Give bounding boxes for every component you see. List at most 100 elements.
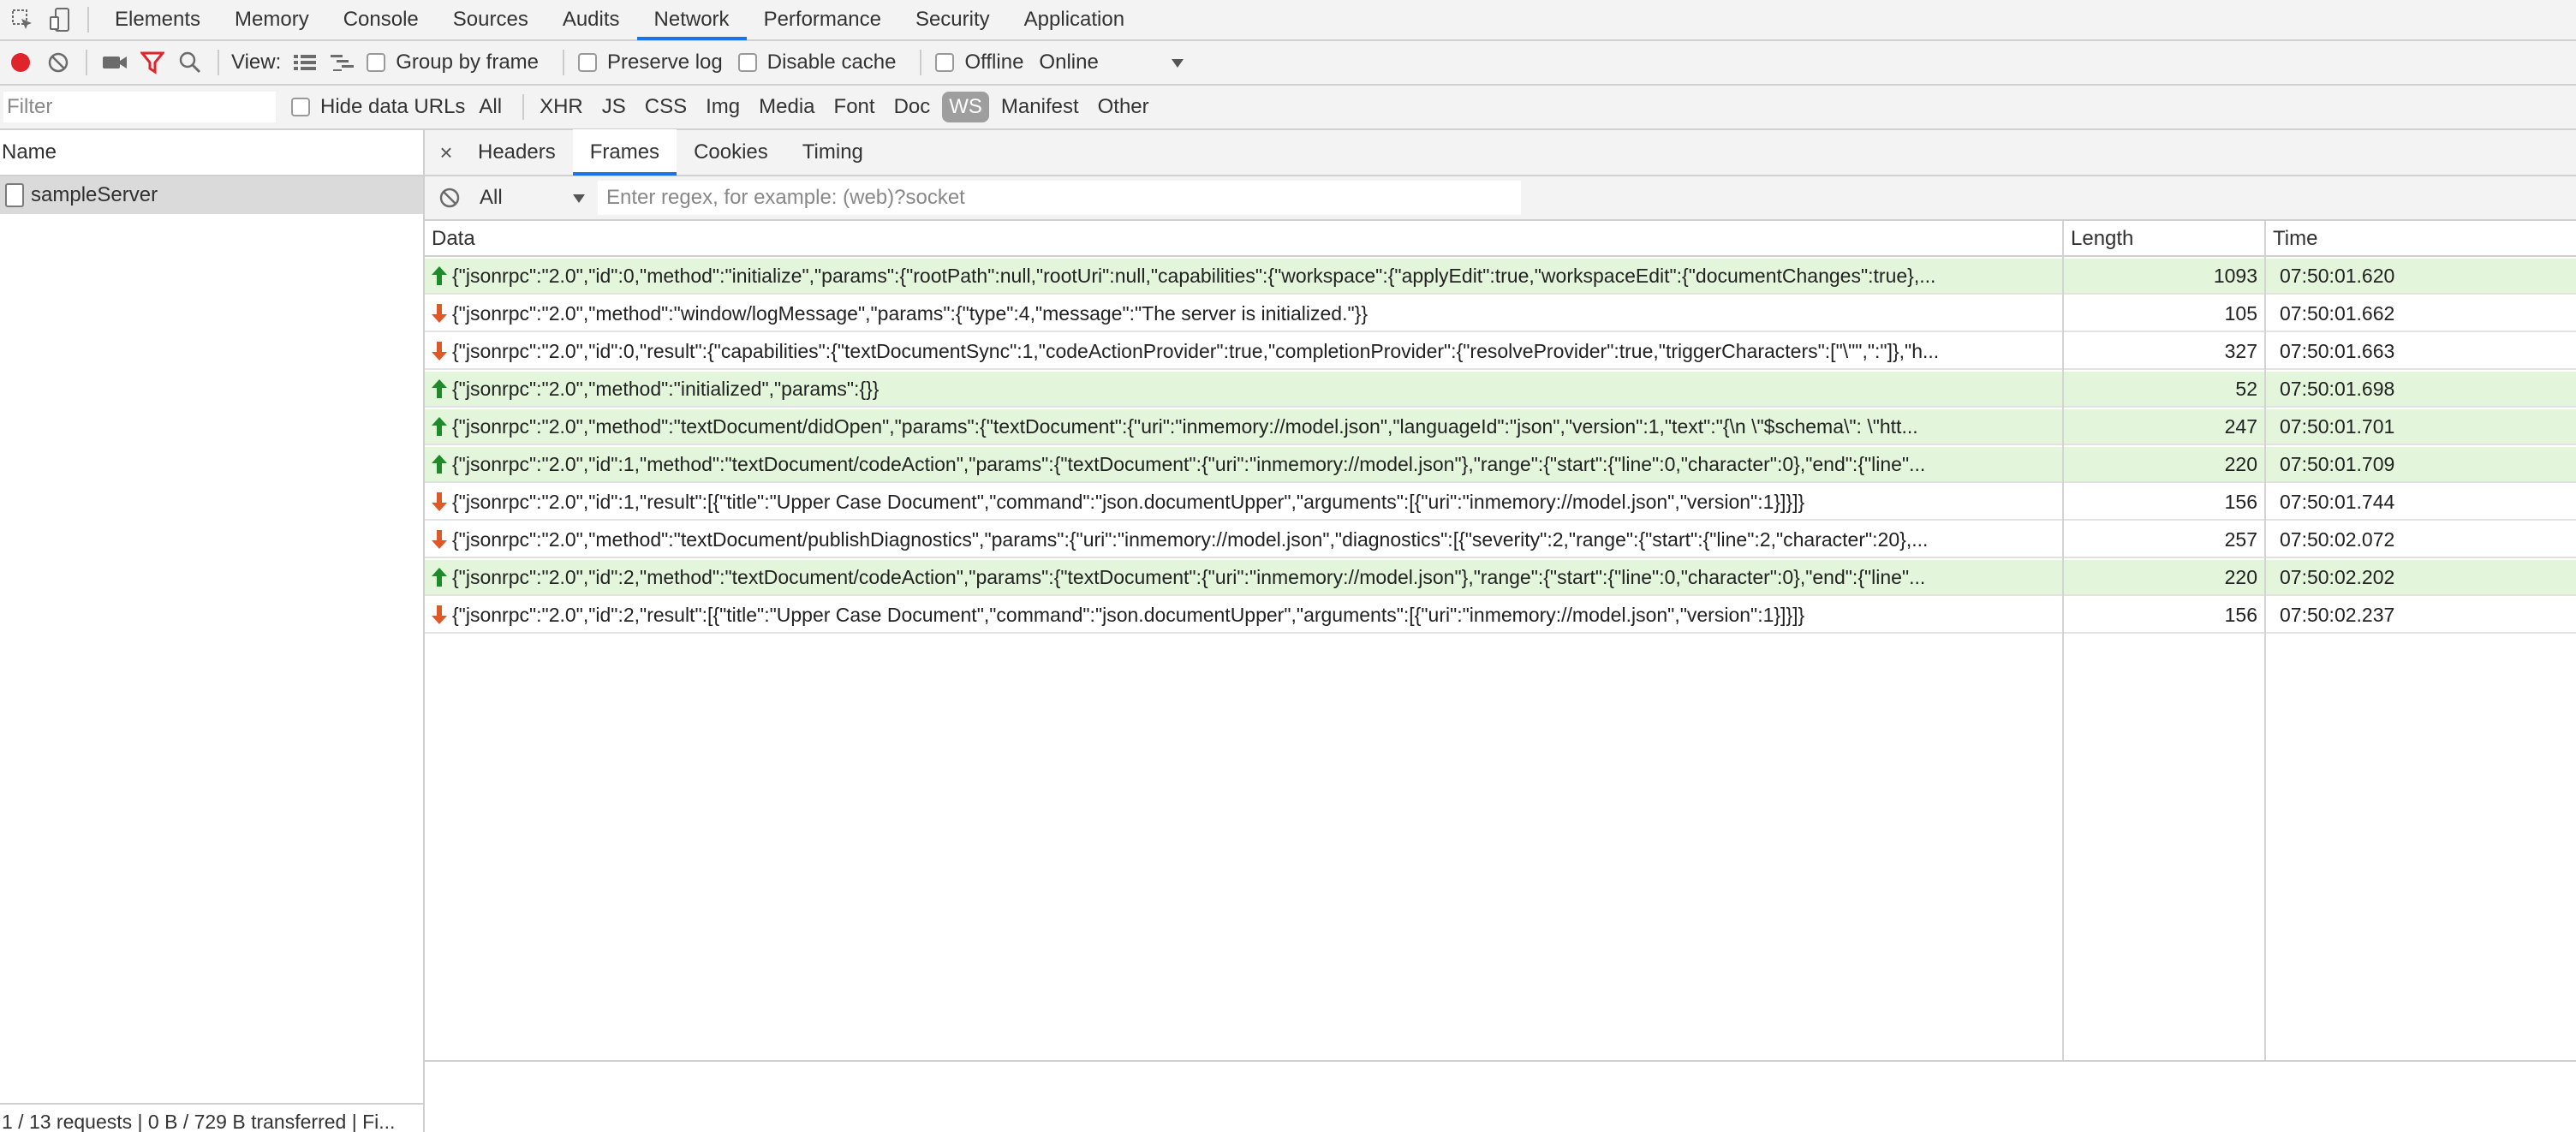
column-divider[interactable]: [2062, 221, 2064, 1060]
waterfall-overview-icon[interactable]: [324, 44, 361, 81]
frame-length: 1093: [2213, 264, 2257, 287]
frame-data-cell: {"jsonrpc":"2.0","method":"textDocument/…: [428, 409, 2060, 444]
frame-row[interactable]: {"jsonrpc":"2.0","id":1,"result":[{"titl…: [425, 485, 2576, 521]
frame-row[interactable]: {"jsonrpc":"2.0","id":0,"result":{"capab…: [425, 334, 2576, 370]
frame-data-text: {"jsonrpc":"2.0","id":0,"method":"initia…: [452, 264, 1936, 287]
checkbox-box: [737, 53, 757, 72]
frame-data-cell: {"jsonrpc":"2.0","id":1,"result":[{"titl…: [428, 485, 2060, 519]
chevron-down-icon: [572, 186, 586, 210]
hide-data-urls-label: Hide data URLs: [320, 95, 466, 118]
tab-memory[interactable]: Memory: [218, 0, 326, 40]
frame-time: 07:50:01.709: [2280, 452, 2395, 475]
detail-tabbar: × Headers Frames Cookies Timing: [425, 129, 2576, 176]
tab-elements[interactable]: Elements: [98, 0, 218, 40]
clear-frames-icon[interactable]: [437, 179, 462, 217]
frame-row[interactable]: {"jsonrpc":"2.0","method":"textDocument/…: [425, 522, 2576, 558]
arrow-up-icon: [430, 453, 449, 475]
view-label: View:: [231, 51, 282, 74]
column-divider[interactable]: [2264, 221, 2266, 1060]
frame-row[interactable]: {"jsonrpc":"2.0","id":0,"method":"initia…: [425, 259, 2576, 295]
throttling-select[interactable]: Online: [1039, 51, 1184, 74]
filter-type-js[interactable]: JS: [595, 92, 633, 122]
frame-data-cell: {"jsonrpc":"2.0","id":0,"result":{"capab…: [428, 334, 2060, 368]
request-name: sampleServer: [31, 183, 158, 206]
offline-checkbox[interactable]: Offline: [935, 51, 1023, 74]
filter-type-all[interactable]: All: [472, 92, 509, 122]
tab-audits[interactable]: Audits: [546, 0, 637, 40]
frame-row[interactable]: {"jsonrpc":"2.0","method":"window/logMes…: [425, 296, 2576, 332]
devtools-tabbar: Elements Memory Console Sources Audits Networ…: [0, 0, 2576, 41]
disable-cache-checkbox[interactable]: Disable cache: [737, 51, 897, 74]
detail-tabs: Headers Frames Cookies Timing: [461, 129, 880, 176]
hide-data-urls-checkbox[interactable]: Hide data URLs: [291, 95, 465, 119]
screenshot-camera-icon[interactable]: [96, 44, 134, 81]
table-bottom-border: [425, 1060, 2576, 1062]
record-button[interactable]: [2, 44, 39, 81]
tab-timing[interactable]: Timing: [785, 129, 880, 176]
filter-type-xhr[interactable]: XHR: [533, 92, 590, 122]
frames-regex-input[interactable]: [598, 181, 1521, 215]
arrow-down-icon: [430, 528, 449, 551]
frame-row[interactable]: {"jsonrpc":"2.0","id":2,"method":"textDo…: [425, 560, 2576, 596]
frame-length: 156: [2224, 603, 2257, 626]
group-by-frame-checkbox[interactable]: Group by frame: [367, 51, 539, 74]
clear-icon[interactable]: [39, 44, 77, 81]
frame-data-text: {"jsonrpc":"2.0","id":2,"result":[{"titl…: [452, 603, 1805, 626]
filter-type-ws[interactable]: WS: [942, 92, 989, 122]
tab-cookies[interactable]: Cookies: [677, 129, 785, 176]
tab-network[interactable]: Network: [636, 0, 747, 40]
request-filter-bar: Hide data URLs All XHRJSCSSImgMediaFontDo…: [0, 86, 2576, 130]
search-icon[interactable]: [171, 44, 209, 81]
filter-type-manifest[interactable]: Manifest: [994, 92, 1086, 122]
close-icon[interactable]: ×: [433, 140, 459, 166]
inspect-element-icon[interactable]: [3, 1, 41, 39]
tab-frames[interactable]: Frames: [572, 129, 677, 176]
frame-time: 07:50:01.698: [2280, 377, 2395, 400]
frame-length: 156: [2224, 490, 2257, 513]
frames-type-select[interactable]: All: [480, 186, 591, 210]
name-column-header[interactable]: Name: [0, 130, 423, 176]
request-row[interactable]: sampleServer: [0, 176, 423, 214]
disable-cache-label: Disable cache: [766, 51, 897, 74]
frame-data-cell: {"jsonrpc":"2.0","method":"initialized",…: [428, 372, 2060, 406]
frame-row[interactable]: {"jsonrpc":"2.0","method":"textDocument/…: [425, 409, 2576, 445]
filter-type-other[interactable]: Other: [1091, 92, 1156, 122]
arrow-up-icon: [430, 378, 449, 400]
length-column-header[interactable]: Length: [2064, 221, 2264, 257]
divider: [86, 50, 87, 75]
frame-data-text: {"jsonrpc":"2.0","method":"textDocument/…: [452, 527, 1929, 551]
tab-console[interactable]: Console: [326, 0, 436, 40]
tab-sources[interactable]: Sources: [436, 0, 546, 40]
frame-time: 07:50:01.620: [2280, 264, 2395, 287]
arrow-down-icon: [430, 302, 449, 325]
filter-input[interactable]: [3, 92, 276, 122]
resource-type-filters: All XHR JS CSS Img Media Font Doc WS Manifest Othe…: [472, 92, 1160, 122]
preserve-log-checkbox[interactable]: Preserve log: [578, 51, 723, 74]
filter-funnel-icon[interactable]: [134, 44, 171, 81]
frame-row[interactable]: {"jsonrpc":"2.0","id":1,"method":"textDo…: [425, 447, 2576, 483]
frame-row[interactable]: {"jsonrpc":"2.0","method":"initialized",…: [425, 372, 2576, 408]
frame-data-text: {"jsonrpc":"2.0","id":1,"method":"textDo…: [452, 452, 1926, 475]
tab-security[interactable]: Security: [898, 0, 1007, 40]
tab-headers[interactable]: Headers: [461, 129, 573, 176]
tab-application[interactable]: Application: [1007, 0, 1142, 40]
filter-type-css[interactable]: CSS: [638, 92, 694, 122]
frame-row[interactable]: {"jsonrpc":"2.0","id":2,"result":[{"titl…: [425, 598, 2576, 634]
large-rows-list-icon[interactable]: [286, 44, 324, 81]
offline-label: Offline: [964, 51, 1024, 74]
checkbox-box: [367, 53, 386, 72]
data-column-header[interactable]: Data: [425, 221, 2062, 257]
filter-type-img[interactable]: Img: [699, 92, 747, 122]
frames-table-header: Data Length Time: [425, 221, 2576, 257]
arrow-down-icon: [430, 340, 449, 362]
filter-type-media[interactable]: Media: [752, 92, 821, 122]
frame-length: 220: [2224, 452, 2257, 475]
frame-time: 07:50:02.237: [2280, 603, 2395, 626]
device-toolbar-icon[interactable]: [41, 1, 79, 39]
time-column-header[interactable]: Time: [2266, 221, 2574, 257]
filter-type-doc[interactable]: Doc: [887, 92, 938, 122]
tab-performance[interactable]: Performance: [747, 0, 898, 40]
filter-type-font[interactable]: Font: [827, 92, 882, 122]
arrow-up-icon: [430, 566, 449, 588]
frame-data-cell: {"jsonrpc":"2.0","id":2,"result":[{"titl…: [428, 598, 2060, 632]
